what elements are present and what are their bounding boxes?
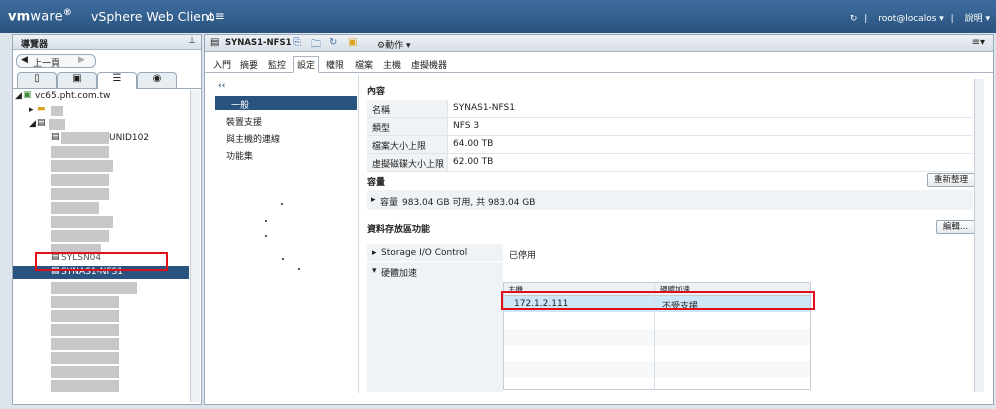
- tab-files[interactable]: 檔案: [355, 58, 373, 71]
- settings-nav-device-backing[interactable]: 裝置支援: [226, 115, 262, 128]
- settings-nav-capability-sets[interactable]: 功能集: [226, 149, 253, 162]
- tree-datacenter[interactable]: ◢ ▤: [13, 118, 189, 131]
- help-menu[interactable]: 說明 ▾: [961, 14, 990, 24]
- tab-permissions[interactable]: 權限: [326, 58, 344, 71]
- refresh-icon[interactable]: ↻: [850, 14, 858, 24]
- content-scrollbar[interactable]: [974, 79, 984, 392]
- back-arrow-icon: ◀: [21, 55, 28, 65]
- tab-configure[interactable]: 設定: [293, 56, 320, 73]
- property-row: 類型 NFS 3: [367, 118, 973, 136]
- top-bar: vmware® vSphere Web Client ⌂≡ ↻ | root@l…: [0, 0, 996, 33]
- tab-summary[interactable]: 摘要: [240, 58, 258, 71]
- datastore-icon: ▤: [210, 37, 220, 48]
- home-icon[interactable]: ⌂≡: [207, 9, 225, 23]
- networking-icon[interactable]: ◉: [137, 72, 177, 88]
- storage-icon[interactable]: ☰: [97, 72, 137, 89]
- capabilities-title: 資料存放區功能: [367, 225, 431, 235]
- object-toolbar: ▤ SYNAS1-NFS1 ⎘ 🗀 ↻ ▣ ⚙動作 ▾ ≡▾: [205, 35, 993, 52]
- collapse-icon[interactable]: ‹‹: [218, 81, 225, 91]
- user-area: ↻ | root@localos ▾ | 說明 ▾: [849, 14, 990, 24]
- navigator-tabs: ▯ ▣ ☰ ◉: [13, 72, 201, 89]
- vms-templates-icon[interactable]: ▣: [57, 72, 97, 88]
- actions-menu[interactable]: ⚙動作 ▾: [377, 38, 410, 51]
- storage-io-row[interactable]: ▸ Storage I/O Control 已停用: [367, 244, 973, 261]
- pin-icon[interactable]: ⊥: [188, 36, 196, 46]
- navigator-title: 導覽器: [21, 40, 49, 50]
- tasks-icon[interactable]: ▣: [348, 37, 357, 48]
- tree-folder[interactable]: ▸ ▬: [13, 104, 189, 117]
- settings-nav-general[interactable]: 一般: [215, 96, 357, 111]
- user-menu[interactable]: root@localos ▾: [874, 14, 944, 24]
- register-vm-icon[interactable]: ⎘: [293, 37, 301, 48]
- property-row: 虛擬磁碟大小上限 62.00 TB: [367, 154, 973, 172]
- app-title: vSphere Web Client: [91, 9, 214, 24]
- refresh-icon[interactable]: ↻: [329, 37, 337, 48]
- tab-getting-started[interactable]: 入門: [213, 58, 231, 71]
- property-row: 檔案大小上限 64.00 TB: [367, 136, 973, 154]
- edit-button[interactable]: 編輯...: [935, 220, 975, 234]
- settings-content: 內容 名稱 SYNAS1-NFS1 類型 NFS 3 檔案大小上限 64.00 …: [367, 78, 975, 392]
- hw-accel-row[interactable]: ▾ 硬體加速: [367, 262, 973, 392]
- more-menu-icon[interactable]: ≡▾: [972, 37, 985, 48]
- vmware-logo: vmware®: [8, 8, 73, 25]
- refresh-button[interactable]: 重新整理: [926, 173, 975, 187]
- tree-item[interactable]: ▤ UNID102: [13, 132, 189, 145]
- tree-root[interactable]: ◢ ▣ vc65.pht.com.tw: [13, 90, 189, 103]
- inventory-tree: ◢ ▣ vc65.pht.com.tw ▸ ▬ ◢ ▤ ▤ UNID102 ▤: [13, 90, 189, 402]
- highlight-box: [35, 252, 168, 271]
- back-label: 上一頁: [33, 59, 61, 69]
- browse-files-icon[interactable]: 🗀: [311, 37, 321, 54]
- forward-arrow-icon[interactable]: ▶: [78, 55, 85, 65]
- back-button[interactable]: ◀ 上一頁 ▶: [16, 54, 96, 69]
- settings-nav-connectivity[interactable]: 與主機的連線: [226, 132, 280, 145]
- highlight-box: [501, 291, 815, 310]
- navigator-header: 導覽器 ⊥: [13, 35, 201, 50]
- tab-vms[interactable]: 虛擬機器: [411, 58, 447, 71]
- object-name: SYNAS1-NFS1: [225, 38, 292, 48]
- object-tabs: 入門 摘要 監控 設定 權限 檔案 主機 虛擬機器: [205, 55, 993, 73]
- capacity-title: 容量: [367, 178, 386, 188]
- navigator-panel: 導覽器 ⊥ ◀ 上一頁 ▶ ▯ ▣ ☰ ◉ ◢ ▣ vc65.pht.com.t…: [12, 34, 202, 405]
- tab-monitor[interactable]: 監控: [268, 58, 286, 71]
- main-panel: ▤ SYNAS1-NFS1 ⎘ 🗀 ↻ ▣ ⚙動作 ▾ ≡▾ 入門 摘要 監控 …: [204, 34, 994, 405]
- settings-nav: ‹‹ 一般 裝置支援 與主機的連線 功能集: [210, 75, 359, 393]
- navigator-scrollbar[interactable]: [190, 90, 200, 402]
- tab-hosts[interactable]: 主機: [383, 58, 401, 71]
- hosts-clusters-icon[interactable]: ▯: [17, 72, 57, 88]
- properties-title: 內容: [367, 87, 386, 97]
- property-row: 名稱 SYNAS1-NFS1: [367, 100, 973, 118]
- capacity-row[interactable]: ▸ 容量 983.04 GB 可用, 共 983.04 GB: [367, 190, 973, 210]
